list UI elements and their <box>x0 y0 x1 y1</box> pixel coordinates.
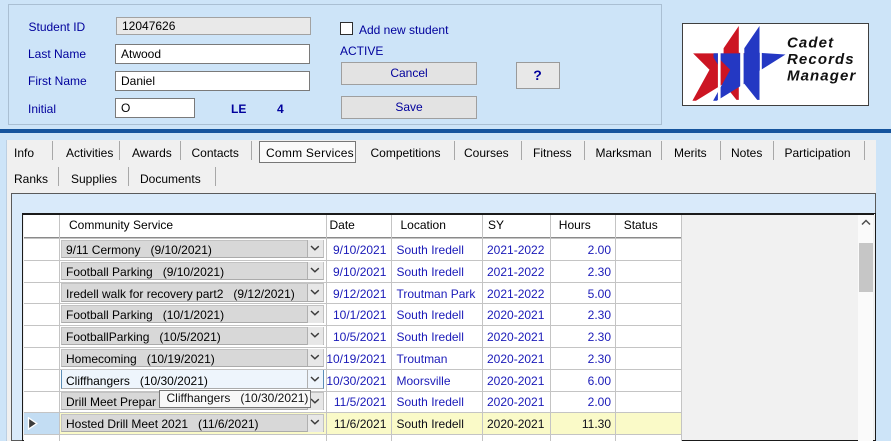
svg-text:Cadet: Cadet <box>787 35 834 52</box>
svg-text:Records: Records <box>787 51 855 68</box>
svg-text:Manager: Manager <box>787 68 856 85</box>
